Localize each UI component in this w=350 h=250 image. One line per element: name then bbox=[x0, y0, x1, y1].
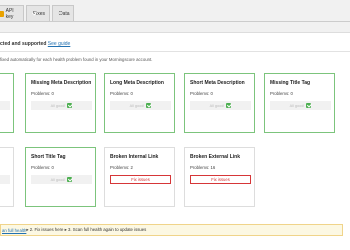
fix-issues-button[interactable]: Fix issues bbox=[190, 175, 251, 184]
status-label: All good! bbox=[129, 103, 145, 108]
fix-issues-button[interactable]: Fix issues bbox=[110, 175, 171, 184]
issue-card-short-title-tag: Short Title Tag Problems: 0 All good! bbox=[25, 147, 96, 207]
settings-tab-bar: API key Fixes Data bbox=[0, 0, 350, 22]
fixes-panel bbox=[0, 32, 350, 250]
status-bar bbox=[0, 175, 10, 184]
card-title: Missing Meta Description bbox=[31, 80, 92, 86]
check-icon bbox=[306, 103, 312, 108]
card-title: Broken External Link bbox=[190, 154, 241, 160]
problem-count: Problems: 0 bbox=[31, 165, 54, 170]
intro-text: fixed automatically for each health prob… bbox=[0, 57, 153, 62]
issue-card-partial bbox=[0, 73, 14, 133]
card-title: Short Meta Description bbox=[190, 80, 245, 86]
issue-card-missing-title-tag: Missing Title Tag Problems: 0 All good! bbox=[264, 73, 335, 133]
card-title: Short Title Tag bbox=[31, 154, 66, 160]
issue-card-long-meta-description: Long Meta Description Problems: 0 All go… bbox=[104, 73, 175, 133]
check-icon bbox=[67, 103, 73, 108]
status-all-good: All good! bbox=[110, 101, 171, 110]
problem-count: Problems: 0 bbox=[31, 91, 54, 96]
see-guide-link[interactable]: See guide bbox=[48, 41, 71, 47]
status-bar bbox=[0, 101, 10, 110]
issue-card-short-meta-description: Short Meta Description Problems: 0 All g… bbox=[184, 73, 255, 133]
tab-fixes[interactable]: Fixes bbox=[26, 5, 50, 21]
notice-text: ▸ 2. Fix issues here ▸ 3. Scan full heal… bbox=[26, 227, 147, 232]
problem-count: Problems: 0 bbox=[110, 91, 133, 96]
status-label: All good! bbox=[50, 103, 66, 108]
status-label: All good! bbox=[209, 103, 225, 108]
status-label: All good! bbox=[50, 177, 66, 182]
issue-card-broken-external-link: Broken External Link Problems: 16 Fix is… bbox=[184, 147, 255, 207]
issue-card-missing-meta-description: Missing Meta Description Problems: 0 All… bbox=[25, 73, 96, 133]
problem-count: Problems: 2 bbox=[110, 165, 133, 170]
card-title: Missing Title Tag bbox=[270, 80, 311, 86]
connection-status: cted and supported See guide bbox=[0, 41, 70, 47]
key-icon bbox=[0, 10, 4, 17]
card-title: Long Meta Description bbox=[110, 80, 164, 86]
status-all-good: All good! bbox=[31, 101, 92, 110]
problem-count: Problems: 0 bbox=[270, 91, 293, 96]
tab-data[interactable]: Data bbox=[52, 5, 74, 21]
connection-status-text: cted and supported bbox=[0, 41, 47, 47]
tab-api-key[interactable]: API key bbox=[0, 5, 24, 21]
card-title: Broken Internal Link bbox=[110, 154, 159, 160]
check-icon bbox=[67, 177, 73, 182]
check-icon bbox=[146, 103, 152, 108]
problem-count: Problems: 0 bbox=[190, 91, 213, 96]
issue-card-broken-internal-link: Broken Internal Link Problems: 2 Fix iss… bbox=[104, 147, 175, 207]
problem-count: Problems: 16 bbox=[190, 165, 216, 170]
issue-card-partial bbox=[0, 147, 14, 207]
status-all-good: All good! bbox=[270, 101, 331, 110]
status-all-good: All good! bbox=[31, 175, 92, 184]
check-icon bbox=[226, 103, 232, 108]
status-all-good: All good! bbox=[190, 101, 251, 110]
scan-full-health-link[interactable]: an full health bbox=[2, 228, 26, 233]
status-label: All good! bbox=[289, 103, 305, 108]
divider bbox=[0, 51, 350, 52]
tab-label: API key bbox=[5, 7, 14, 20]
instructions-notice: an full health ▸ 2. Fix issues here ▸ 3.… bbox=[0, 224, 343, 236]
